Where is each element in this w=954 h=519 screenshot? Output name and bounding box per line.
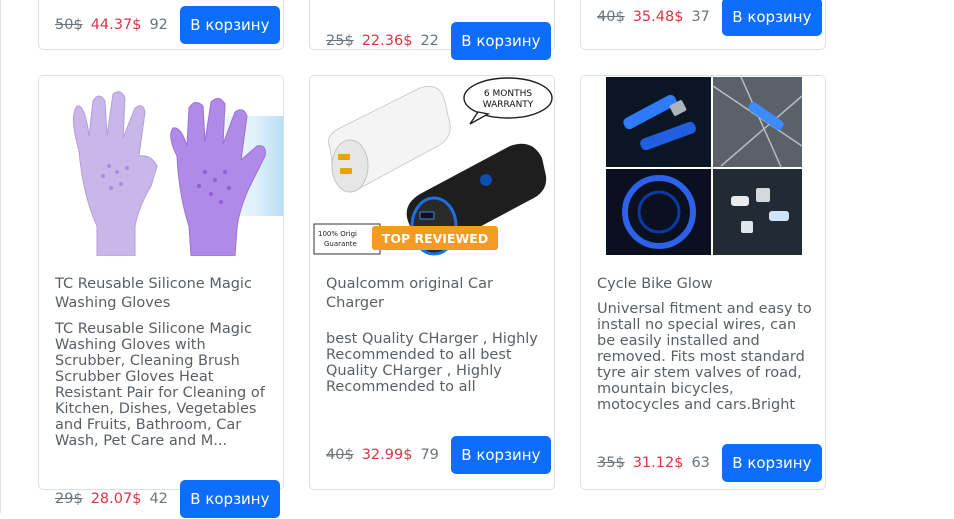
price-row: 29$ 28.07$ 42 В корзину [55,479,280,519]
stock-count: 79 [420,447,439,463]
price-row: 40$ 35.48$ 37 В корзину [597,0,822,37]
product-card-gloves: TC Reusable Silicone Magic Washing Glove… [38,75,284,518]
product-image-charger[interactable]: 6 MONTHS WARRANTY 100% Origi Guarante TO… [310,76,554,256]
product-title[interactable]: TC Reusable Silicone Magic Washing Glove… [55,275,269,313]
old-price: 25$ [326,33,354,49]
product-card-top-2: 25$ 22.36$ 22 В корзину [309,0,555,60]
bike-glow-image [606,76,803,255]
gloves-image [73,91,283,256]
product-image-gloves[interactable] [39,76,283,256]
old-price: 40$ [597,9,625,25]
price-row: 25$ 22.36$ 22 В корзину [326,21,551,61]
stock-count: 22 [420,33,439,49]
stock-count: 42 [149,491,168,507]
add-to-cart-button[interactable]: В корзину [450,436,551,474]
add-to-cart-button[interactable]: В корзину [721,444,822,482]
product-description: TC Reusable Silicone Magic Washing Glove… [55,321,265,449]
add-to-cart-button[interactable]: В корзину [450,22,551,60]
stock-count: 92 [149,17,168,33]
page-left-border [0,0,1,513]
sale-price: 32.99$ [361,447,413,463]
add-to-cart-button[interactable]: В корзину [179,6,280,44]
product-card-top-3: 40$ 35.48$ 37 В корзину [580,0,826,50]
add-to-cart-button[interactable]: В корзину [721,0,822,36]
price-row: 50$ 44.37$ 92 В корзину [55,5,280,45]
sale-price: 22.36$ [361,33,413,49]
sale-price: 31.12$ [632,455,684,471]
product-card-bike-glow: Cycle Bike Glow Universal fitment and ea… [580,75,826,490]
sale-price: 28.07$ [90,491,142,507]
top-reviewed-badge: TOP REVIEWED [382,231,488,246]
warranty-text: 6 MONTHS [484,89,532,99]
product-card-top-1: 50$ 44.37$ 92 В корзину [38,0,284,50]
old-price: 29$ [55,491,83,507]
car-charger-image: 6 MONTHS WARRANTY 100% Origi Guarante TO… [313,77,553,256]
sale-price: 44.37$ [90,17,142,33]
add-to-cart-button[interactable]: В корзину [179,480,280,518]
product-title[interactable]: Qualcomm original Car Charger [326,275,540,313]
product-image-bike-glow[interactable] [581,76,825,256]
stock-count: 63 [691,455,710,471]
price-row: 35$ 31.12$ 63 В корзину [597,443,822,483]
seal-text-2: Guarante [324,240,357,248]
sale-price: 35.48$ [632,9,684,25]
warranty-text-2: WARRANTY [483,100,534,110]
seal-text: 100% Origi [318,230,357,238]
product-description: Universal fitment and easy to install no… [597,301,812,413]
old-price: 35$ [597,455,625,471]
stock-count: 37 [691,9,710,25]
price-row: 40$ 32.99$ 79 В корзину [326,435,551,475]
product-title[interactable]: Cycle Bike Glow [597,275,811,294]
product-description: best Quality CHarger , Highly Recommende… [326,331,538,395]
old-price: 50$ [55,17,83,33]
product-card-charger: 6 MONTHS WARRANTY 100% Origi Guarante TO… [309,75,555,490]
old-price: 40$ [326,447,354,463]
